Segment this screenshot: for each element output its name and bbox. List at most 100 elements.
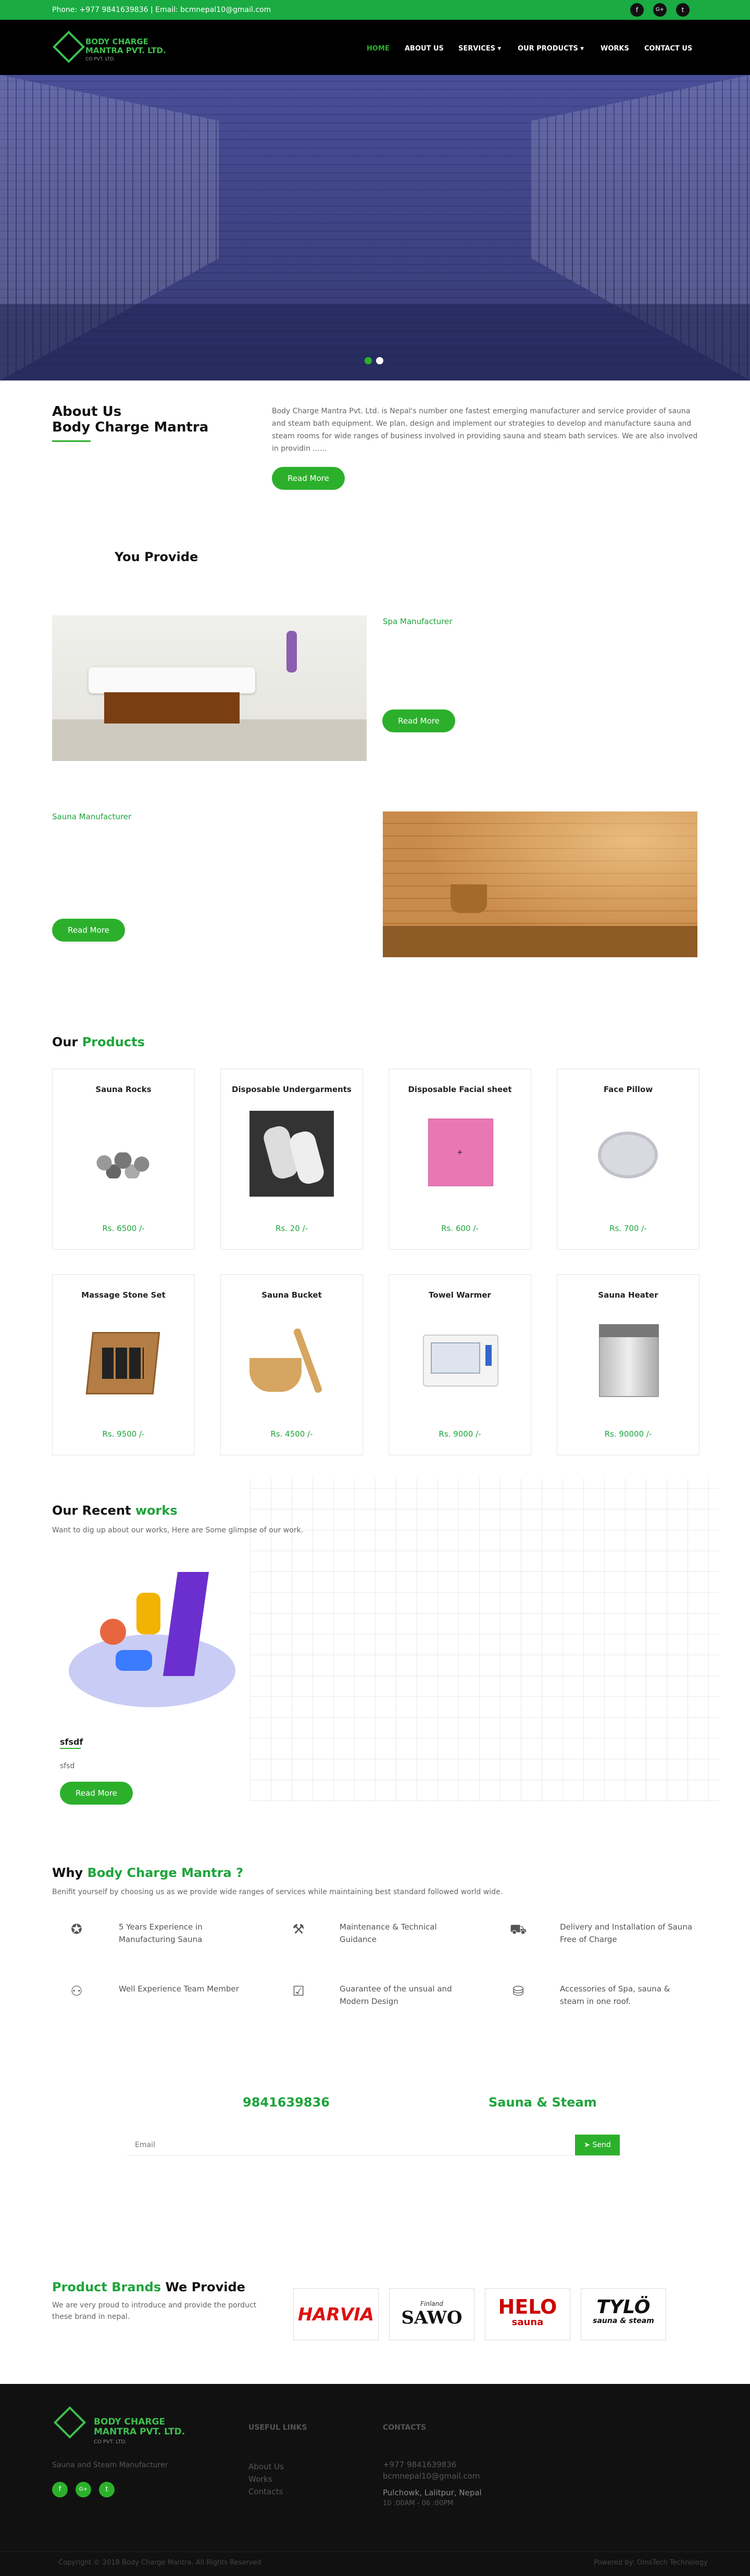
logo-text[interactable]: BODY CHARGE MANTRA PVT. LTD. CO PVT. LTD… <box>85 37 166 64</box>
product-card[interactable]: Massage Stone Set Rs. 9500 /- <box>52 1274 195 1455</box>
product-card[interactable]: Sauna Heater Rs. 90000 /- <box>557 1274 699 1455</box>
sheet-icon: + <box>415 1111 505 1199</box>
works-illustration[interactable] <box>58 1562 241 1723</box>
illus-person2 <box>136 1593 160 1634</box>
why-title-a: Why <box>52 1866 88 1880</box>
works-item-title[interactable]: sfsdf <box>60 1737 83 1747</box>
nav-contact[interactable]: CONTACT US <box>644 45 692 53</box>
top-contact-info: Phone: +977 9841639836 | Email: bcmnepal… <box>52 6 271 14</box>
helo-logo-sub: sauna <box>511 2317 544 2328</box>
useful-links-heading: USEFUL LINKS <box>248 2423 307 2432</box>
send-button[interactable]: ➤ Send <box>575 2135 620 2155</box>
footer-link-contacts[interactable]: Contacts <box>248 2487 283 2496</box>
product-name: Disposable Facial sheet <box>408 1085 512 1094</box>
product-card[interactable]: Sauna Bucket Rs. 4500 /- <box>220 1274 363 1455</box>
product-card[interactable]: Face Pillow Rs. 700 /- <box>557 1069 699 1250</box>
footer-logo-tagline: CO PVT. LTD. <box>94 2439 127 2445</box>
spa-manufacturer-title[interactable]: Spa Manufacturer <box>383 617 453 626</box>
footer-address: Pulchowk, Lalitpur, Nepal <box>383 2488 482 2497</box>
send-icon: ➤ <box>584 2141 590 2149</box>
spa-floor <box>52 719 367 761</box>
about-underline <box>52 440 91 442</box>
footer-phone[interactable]: +977 9841639836 <box>383 2460 456 2469</box>
works-intro: Want to dig up about our works, Here are… <box>52 1526 304 1534</box>
powered-by[interactable]: Powered by: OmsTech Technology <box>594 2559 708 2567</box>
contact-phone[interactable]: 9841639836 <box>243 2095 330 2110</box>
google-plus-icon[interactable]: G+ <box>653 3 667 17</box>
footer-link-works[interactable]: Works <box>248 2475 272 2484</box>
rocks-shape <box>92 1152 154 1178</box>
products-title: Our Products <box>52 1035 145 1049</box>
tylo-logo-text: TYLÖ <box>596 2296 651 2318</box>
slider-dot-2[interactable] <box>376 357 383 364</box>
slider-dot-1[interactable] <box>365 357 372 364</box>
stone-set-icon <box>79 1316 168 1405</box>
rocks-icon <box>79 1111 168 1199</box>
product-card[interactable]: Disposable Undergarments Rs. 20 /- <box>220 1069 363 1250</box>
product-name: Sauna Bucket <box>261 1290 322 1300</box>
undergarment-icon <box>247 1111 336 1199</box>
nav-home[interactable]: HOME <box>367 45 390 53</box>
twitter-icon[interactable]: t <box>676 3 690 17</box>
facebook-icon[interactable]: f <box>630 3 644 17</box>
feature-text: 5 Years Experience in Manufacturing Saun… <box>119 1922 203 1944</box>
sawo-logo[interactable]: Finland SAWO <box>389 2288 474 2340</box>
sauna-read-more-button[interactable]: Read More <box>52 919 125 942</box>
nav-about[interactable]: ABOUT US <box>405 45 444 53</box>
brands-text: We are very proud to introduce and provi… <box>52 2301 257 2321</box>
product-price: Rs. 700 /- <box>609 1224 647 1233</box>
nav-works[interactable]: WORKS <box>601 45 629 53</box>
brands-title: Product Brands We Provide <box>52 2280 245 2294</box>
truck-icon: ⛟ <box>509 1922 527 1937</box>
why-intro: Benifit yourself by choosing us as we pr… <box>52 1888 503 1896</box>
footer-link-about[interactable]: About Us <box>248 2462 284 2471</box>
hero-slider <box>0 75 750 380</box>
towel-warmer-icon <box>415 1316 505 1405</box>
logo-icon[interactable] <box>52 30 85 64</box>
sawo-logo-sub: Finland <box>420 2300 443 2307</box>
product-price: Rs. 90000 /- <box>604 1429 652 1439</box>
sawo-logo-text: SAWO <box>401 2307 463 2328</box>
pillow-shape <box>598 1132 658 1178</box>
footer-google-plus-icon[interactable]: G+ <box>76 2482 91 2497</box>
bucket-shape <box>249 1358 302 1392</box>
product-price: Rs. 6500 /- <box>102 1224 145 1233</box>
footer-facebook-icon[interactable]: f <box>52 2482 68 2497</box>
footer-hours: 10 :00AM - 06 :00PM <box>383 2499 454 2507</box>
tylo-logo[interactable]: TYLÖ sauna & steam <box>581 2288 666 2340</box>
nav-services[interactable]: SERVICES ▾ <box>458 45 501 53</box>
feature-text: Accessories of Spa, sauna & steam in one… <box>560 1984 670 2006</box>
provide-title: You Provide <box>115 550 198 564</box>
illus-table <box>116 1650 152 1671</box>
footer-twitter-icon[interactable]: t <box>99 2482 115 2497</box>
feature-text: Maintenance & Technical Guidance <box>340 1922 437 1944</box>
footer-logo-text[interactable]: BODY CHARGE MANTRA PVT. LTD. CO PVT. LTD… <box>94 2417 185 2447</box>
award-icon: ✪ <box>71 1922 82 1937</box>
footer: BODY CHARGE MANTRA PVT. LTD. CO PVT. LTD… <box>0 2384 750 2576</box>
brands-title-a: Product Brands <box>52 2280 161 2294</box>
about-read-more-button[interactable]: Read More <box>272 467 345 490</box>
feature-text: Well Experience Team Member <box>119 1984 239 1994</box>
product-card[interactable]: Sauna Rocks Rs. 6500 /- <box>52 1069 195 1250</box>
product-name: Sauna Rocks <box>95 1085 152 1094</box>
footer-logo-line1: BODY CHARGE <box>94 2417 166 2427</box>
illus-ellipse <box>69 1634 235 1707</box>
harvia-logo[interactable]: HARVIA <box>293 2288 379 2340</box>
spa-flowers <box>286 631 297 672</box>
nav-products[interactable]: OUR PRODUCTS ▾ <box>518 45 584 53</box>
footer-email[interactable]: bcmnepal10@gmail.com <box>383 2471 480 2481</box>
product-card[interactable]: Towel Warmer Rs. 9000 /- <box>389 1274 531 1455</box>
sauna-manufacturer-title[interactable]: Sauna Manufacturer <box>52 812 131 821</box>
helo-logo[interactable]: HELO sauna <box>485 2288 570 2340</box>
heater-top <box>599 1324 659 1337</box>
illus-person1 <box>100 1619 126 1645</box>
product-card[interactable]: Disposable Facial sheet + Rs. 600 /- <box>389 1069 531 1250</box>
footer-about: Sauna and Steam Manufacturer <box>52 2461 168 2469</box>
email-input[interactable] <box>127 2134 574 2156</box>
feature-text: Delivery and Installation of Sauna Free … <box>560 1922 693 1944</box>
footer-logo-icon[interactable] <box>53 2406 86 2439</box>
works-read-more-button[interactable]: Read More <box>60 1782 133 1805</box>
pillow-icon <box>583 1111 673 1199</box>
spa-read-more-button[interactable]: Read More <box>382 709 455 732</box>
sauna-image <box>383 811 697 957</box>
